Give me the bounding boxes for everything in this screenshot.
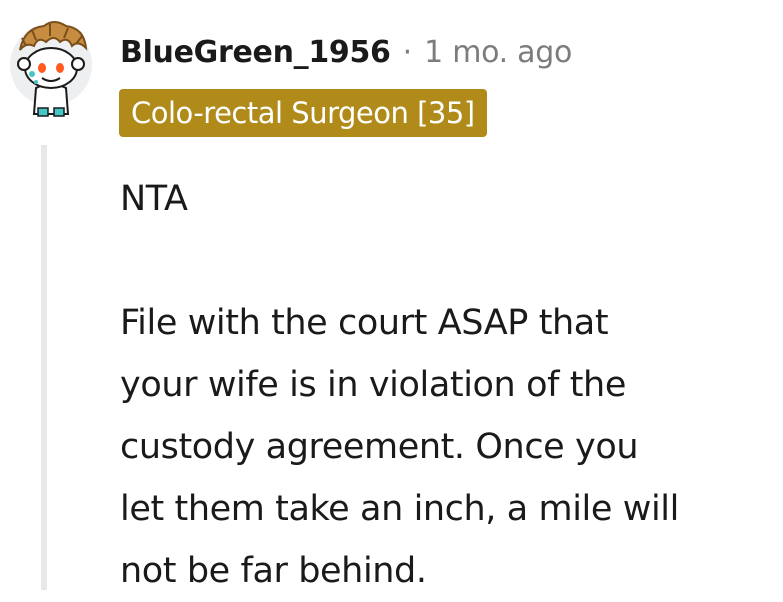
thread-collapse-line[interactable] xyxy=(41,145,47,590)
comment-line: File with the court ASAP that xyxy=(120,303,609,343)
comment-body: NTA File with the court ASAP that your w… xyxy=(120,168,770,602)
snoo-avatar-icon xyxy=(10,21,92,117)
meta-separator: · xyxy=(402,34,413,70)
avatar[interactable] xyxy=(6,10,96,120)
timestamp-link[interactable]: 1 mo. ago xyxy=(424,35,572,70)
comment-line: not be far behind. xyxy=(120,551,427,591)
comment-line: custody agreement. Once you xyxy=(120,427,639,467)
comment-header: BlueGreen_1956 · 1 mo. ago xyxy=(120,28,572,76)
comment-line: your wife is in violation of the xyxy=(120,365,626,405)
comment-line: NTA xyxy=(120,179,188,219)
comment-paragraph: NTA xyxy=(120,168,770,230)
comment-line: let them take an inch, a mile will xyxy=(120,489,679,529)
username-link[interactable]: BlueGreen_1956 xyxy=(120,35,391,70)
user-flair-badge: Colo-rectal Surgeon [35] xyxy=(119,89,487,137)
comment-paragraph: File with the court ASAP that your wife … xyxy=(120,292,770,602)
